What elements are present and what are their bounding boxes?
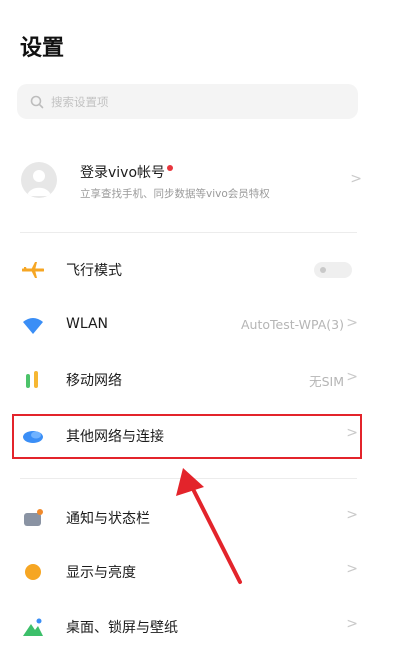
annotation-arrow (176, 468, 242, 584)
